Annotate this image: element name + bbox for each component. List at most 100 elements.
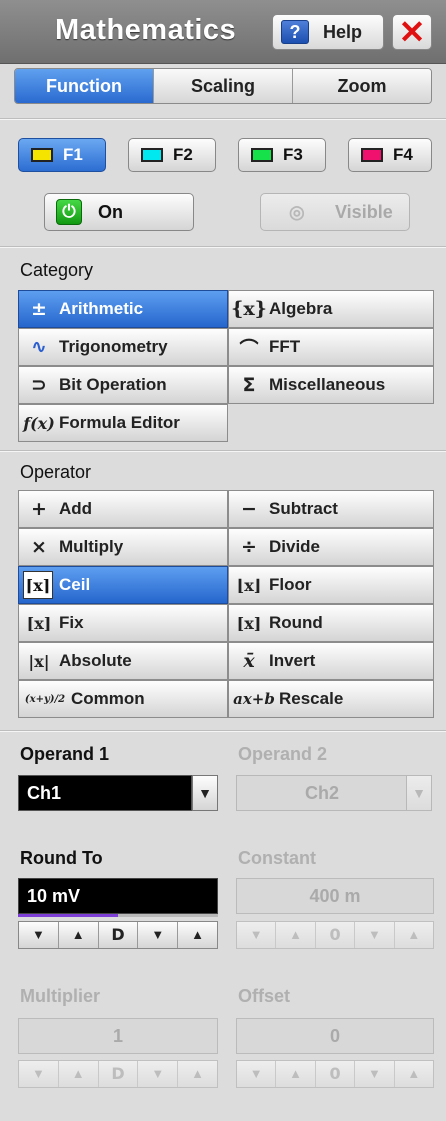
coarse-down-button[interactable]: ▼ — [237, 1061, 277, 1087]
operator-common-label: Common — [71, 689, 145, 708]
operator-multiply[interactable]: × Multiply — [18, 528, 228, 566]
function-f1-button[interactable]: F1 — [18, 138, 106, 172]
multiplier-value[interactable]: 1 — [18, 1018, 218, 1054]
operator-common[interactable]: (x+y)/2 Common — [18, 680, 228, 718]
operand1-label: Operand 1 — [20, 744, 110, 764]
operand2-select[interactable]: Ch2 — [236, 775, 408, 811]
fine-down-button[interactable]: ▼ — [355, 922, 395, 948]
on-button[interactable]: ⏻ On — [44, 193, 194, 231]
function-f4-button[interactable]: F4 — [348, 138, 432, 172]
divider — [0, 730, 446, 732]
round-icon: [x] — [236, 613, 262, 633]
power-icon: ⏻ — [56, 199, 82, 225]
tab-zoom[interactable]: Zoom — [293, 69, 431, 103]
category-formula-editor-label: Formula Editor — [59, 413, 180, 432]
default-button[interactable]: D — [99, 922, 139, 948]
f2-color-swatch — [141, 148, 163, 162]
default-button[interactable]: D — [99, 1061, 139, 1087]
tab-scaling[interactable]: Scaling — [154, 69, 293, 103]
round-to-value[interactable]: 10 mV — [18, 878, 218, 914]
divider — [0, 450, 446, 452]
trigonometry-icon: ∿ — [31, 336, 47, 358]
operator-floor[interactable]: ⌊x⌋ Floor — [228, 566, 434, 604]
fine-down-button[interactable]: ▼ — [355, 1061, 395, 1087]
constant-value[interactable]: 400 m — [236, 878, 434, 914]
category-formula-editor[interactable]: f(x) Formula Editor — [18, 404, 228, 442]
category-trigonometry-label: Trigonometry — [59, 337, 168, 356]
operator-ceil-label: Ceil — [59, 575, 91, 594]
operand2-dropdown-arrow[interactable]: ▼ — [406, 775, 432, 811]
minus-icon: − — [241, 498, 257, 520]
tab-function[interactable]: Function — [15, 69, 154, 103]
operator-subtract-label: Subtract — [269, 499, 338, 518]
coarse-up-button[interactable]: ▲ — [276, 1061, 316, 1087]
operator-rescale[interactable]: ax+b Rescale — [228, 680, 434, 718]
fft-icon: ⌒ — [239, 337, 259, 360]
operator-fix[interactable]: [x] Fix — [18, 604, 228, 642]
coarse-down-button[interactable]: ▼ — [19, 1061, 59, 1087]
f4-color-swatch — [361, 148, 383, 162]
category-bit-operation[interactable]: ⊃ Bit Operation — [18, 366, 228, 404]
function-f2-button[interactable]: F2 — [128, 138, 216, 172]
zero-button[interactable]: 0 — [316, 1061, 356, 1087]
coarse-up-button[interactable]: ▲ — [59, 1061, 99, 1087]
function-f3-button[interactable]: F3 — [238, 138, 326, 172]
help-button[interactable]: ? Help — [272, 14, 384, 50]
floor-icon: ⌊x⌋ — [236, 575, 262, 595]
operator-divide[interactable]: ÷ Divide — [228, 528, 434, 566]
operator-invert[interactable]: x̄ Invert — [228, 642, 434, 680]
operator-label: Operator — [20, 462, 92, 482]
fine-up-button[interactable]: ▲ — [395, 1061, 433, 1087]
category-algebra-label: Algebra — [269, 299, 333, 318]
operator-round-label: Round — [269, 613, 323, 632]
close-button[interactable]: ✕ — [392, 14, 432, 50]
category-trigonometry[interactable]: ∿ Trigonometry — [18, 328, 228, 366]
multiply-icon: × — [31, 536, 47, 558]
visible-button[interactable]: ◎ Visible — [260, 193, 410, 231]
category-miscellaneous[interactable]: Σ Miscellaneous — [228, 366, 434, 404]
round-to-level-bar — [18, 914, 118, 917]
tab-bar: Function Scaling Zoom — [14, 68, 432, 104]
fine-down-button[interactable]: ▼ — [138, 922, 179, 948]
f1-color-swatch — [31, 148, 53, 162]
category-fft[interactable]: ⌒ FFT — [228, 328, 434, 366]
divide-icon: ÷ — [241, 536, 257, 558]
window-title: Mathematics — [55, 14, 237, 46]
absolute-icon: |x| — [28, 651, 50, 671]
close-icon: ✕ — [398, 14, 426, 50]
f1-label: F1 — [63, 145, 83, 164]
round-to-stepper: ▼ ▲ D ▼ ▲ — [18, 921, 218, 949]
fine-up-button[interactable]: ▲ — [178, 922, 217, 948]
operator-add[interactable]: + Add — [18, 490, 228, 528]
fix-icon: [x] — [26, 613, 52, 633]
arithmetic-icon: ± — [31, 298, 47, 320]
category-arithmetic[interactable]: ± Arithmetic — [18, 290, 228, 328]
f3-color-swatch — [251, 148, 273, 162]
coarse-up-button[interactable]: ▲ — [276, 922, 316, 948]
operator-subtract[interactable]: − Subtract — [228, 490, 434, 528]
operand1-select[interactable]: Ch1 — [18, 775, 192, 811]
fine-up-button[interactable]: ▲ — [395, 922, 433, 948]
category-arithmetic-label: Arithmetic — [59, 299, 144, 318]
coarse-down-button[interactable]: ▼ — [19, 922, 59, 948]
help-label: Help — [323, 21, 363, 42]
sigma-icon: Σ — [242, 374, 256, 396]
ceil-icon: ⌈x⌉ — [23, 571, 53, 599]
operand1-dropdown-arrow[interactable]: ▼ — [192, 775, 218, 811]
category-algebra[interactable]: {x} Algebra — [228, 290, 434, 328]
f3-label: F3 — [283, 145, 303, 164]
fine-up-button[interactable]: ▲ — [178, 1061, 217, 1087]
zero-button[interactable]: 0 — [316, 922, 356, 948]
operator-ceil[interactable]: ⌈x⌉ Ceil — [18, 566, 228, 604]
coarse-up-button[interactable]: ▲ — [59, 922, 99, 948]
coarse-down-button[interactable]: ▼ — [237, 922, 277, 948]
operator-round[interactable]: [x] Round — [228, 604, 434, 642]
operand2-label: Operand 2 — [238, 744, 328, 764]
operator-absolute[interactable]: |x| Absolute — [18, 642, 228, 680]
offset-value[interactable]: 0 — [236, 1018, 434, 1054]
operator-floor-label: Floor — [269, 575, 312, 594]
operator-divide-label: Divide — [269, 537, 321, 556]
fine-down-button[interactable]: ▼ — [138, 1061, 179, 1087]
divider — [0, 118, 446, 120]
help-icon: ? — [281, 20, 309, 44]
